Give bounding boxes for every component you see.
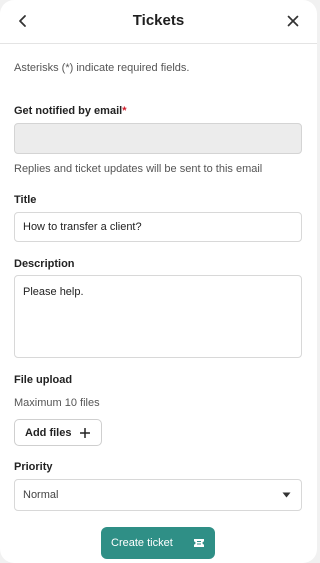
required-fields-note: Asterisks (*) indicate required fields. <box>14 62 190 74</box>
add-files-button[interactable]: Add files <box>14 419 102 446</box>
create-ticket-label: Create ticket <box>111 537 173 549</box>
ticket-icon <box>194 539 204 547</box>
plus-icon <box>80 428 90 438</box>
panel-header: Tickets <box>0 0 317 44</box>
add-files-label: Add files <box>25 427 72 439</box>
description-label: Description <box>14 258 75 270</box>
file-upload-helper: Maximum 10 files <box>14 397 100 409</box>
close-icon[interactable] <box>285 13 301 29</box>
file-upload-label: File upload <box>14 374 73 386</box>
page-title: Tickets <box>132 12 185 29</box>
priority-select[interactable]: Normal <box>14 479 302 511</box>
email-label: Get notified by email* <box>14 105 126 117</box>
priority-selected-value: Normal <box>23 489 59 501</box>
description-textarea[interactable]: Please help. <box>14 275 302 358</box>
priority-label: Priority <box>14 461 53 473</box>
required-marker: * <box>122 105 127 117</box>
title-label: Title <box>14 194 37 206</box>
title-input[interactable] <box>14 212 302 242</box>
create-ticket-button[interactable]: Create ticket <box>101 527 215 559</box>
email-helper-text: Replies and ticket updates will be sent … <box>14 163 263 175</box>
email-label-text: Get notified by email <box>14 105 123 117</box>
caret-down-icon <box>282 492 291 498</box>
ticket-panel: Tickets Asterisks (*) indicate required … <box>0 0 317 563</box>
email-field[interactable] <box>14 123 302 154</box>
